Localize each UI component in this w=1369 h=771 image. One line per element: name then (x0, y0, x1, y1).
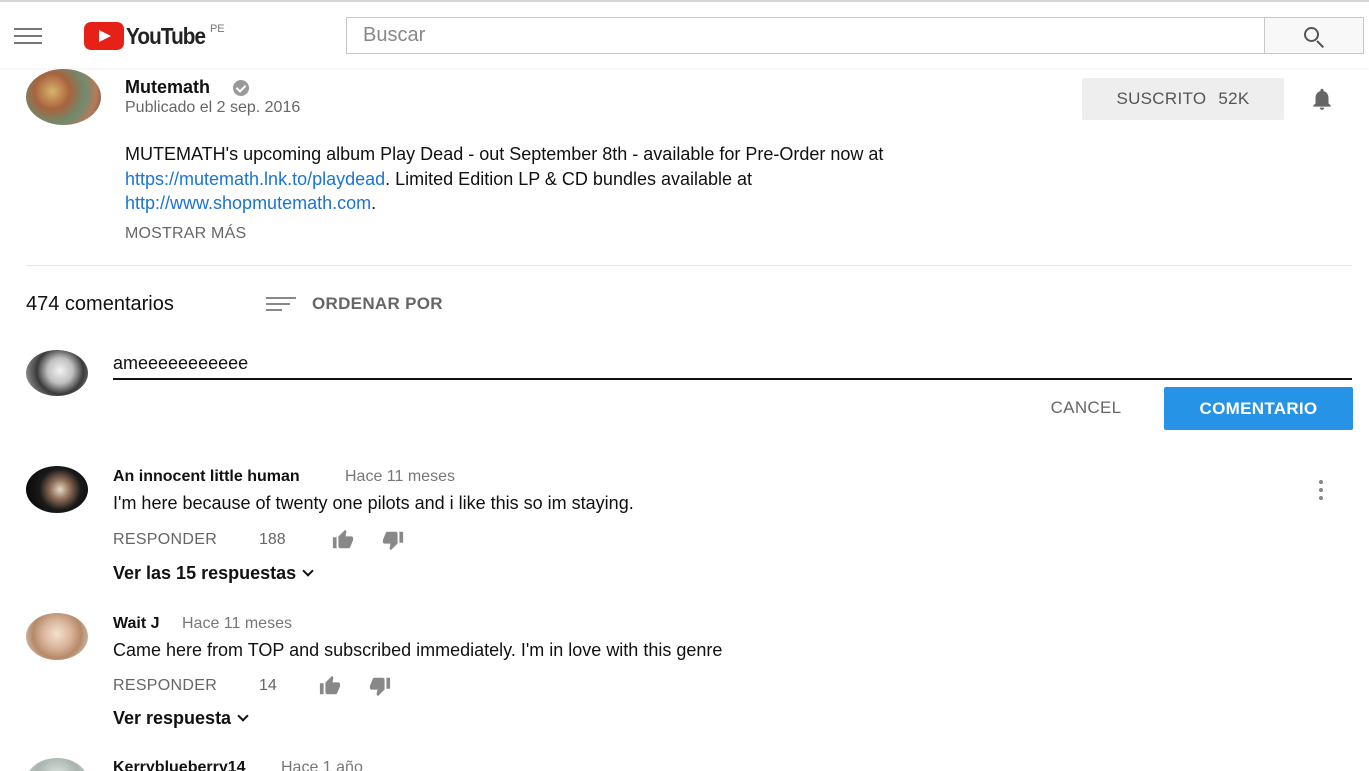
view-replies-label: Ver respuesta (113, 708, 232, 728)
chevron-down-icon (302, 565, 314, 577)
sort-icon[interactable] (266, 297, 296, 313)
channel-name[interactable]: Mutemath (125, 77, 210, 98)
submit-comment-button[interactable]: COMENTARIO (1164, 387, 1353, 430)
description-text-3: . (371, 193, 377, 213)
chevron-down-icon (237, 710, 249, 722)
show-more-button[interactable]: MOSTRAR MÁS (125, 225, 246, 243)
comment-time[interactable]: Hace 1 año (281, 759, 363, 771)
comment-avatar[interactable] (26, 613, 88, 660)
like-count: 14 (259, 677, 277, 694)
subscribe-button[interactable]: SUSCRITO 52K (1082, 78, 1284, 120)
description-text-1: MUTEMATH's upcoming album Play Dead - ou… (125, 144, 884, 164)
comment-text: Came here from TOP and subscribed immedi… (113, 640, 723, 660)
reply-button[interactable]: RESPONDER (113, 677, 217, 695)
channel-avatar[interactable] (26, 69, 101, 125)
view-replies-button[interactable]: Ver las 15 respuestas (113, 563, 314, 584)
comment-author[interactable]: Wait J (113, 615, 160, 633)
top-bar: YouTube PE (0, 0, 1369, 68)
thumbs-up-icon[interactable] (331, 529, 355, 551)
description-link-shop[interactable]: http://www.shopmutemath.com (125, 193, 371, 213)
description-text-2: . Limited Edition LP & CD bundles availa… (385, 168, 753, 189)
video-description: MUTEMATH's upcoming album Play Dead - ou… (125, 142, 1065, 216)
reply-button[interactable]: RESPONDER (113, 531, 217, 549)
comment-input[interactable] (113, 348, 1352, 380)
comment-avatar[interactable] (26, 758, 88, 771)
thumbs-down-icon[interactable] (368, 675, 392, 697)
comment-text: I'm here because of twenty one pilots an… (113, 493, 634, 513)
logo-text: YouTube (126, 23, 206, 49)
description-link-playdead[interactable]: https://mutemath.lnk.to/playdead (125, 169, 385, 189)
more-options-icon[interactable] (1316, 480, 1326, 502)
thumbs-down-icon[interactable] (381, 529, 405, 551)
search-input[interactable] (347, 18, 1264, 53)
comment-count: 474 comentarios (26, 293, 174, 315)
youtube-logo[interactable]: YouTube PE (84, 22, 225, 50)
sort-by-button[interactable]: ORDENAR POR (312, 294, 443, 314)
view-replies-label: Ver las 15 respuestas (113, 563, 297, 583)
subscriber-count: 52K (1218, 89, 1250, 108)
user-avatar[interactable] (26, 350, 88, 396)
search-box (346, 17, 1265, 54)
divider (26, 265, 1352, 266)
play-logo-icon (84, 22, 124, 50)
bell-icon[interactable] (1309, 86, 1335, 112)
subscribe-label: SUSCRITO (1116, 89, 1207, 108)
comment-avatar[interactable] (26, 466, 88, 513)
publish-date: Publicado el 2 sep. 2016 (125, 99, 301, 116)
comment-author[interactable]: Kerryblueberry14 (113, 759, 246, 771)
thumbs-up-icon[interactable] (318, 675, 342, 697)
logo-country-code: PE (209, 23, 225, 35)
comment-time[interactable]: Hace 11 meses (182, 615, 292, 633)
verified-check-icon (233, 80, 249, 96)
cancel-button[interactable]: CANCEL (1030, 388, 1142, 428)
like-count: 188 (259, 531, 286, 548)
comment-time[interactable]: Hace 11 meses (345, 468, 455, 486)
comment-author[interactable]: An innocent little human (113, 468, 300, 486)
search-button[interactable] (1264, 17, 1364, 54)
view-replies-button[interactable]: Ver respuesta (113, 708, 249, 729)
menu-icon[interactable] (14, 28, 42, 44)
